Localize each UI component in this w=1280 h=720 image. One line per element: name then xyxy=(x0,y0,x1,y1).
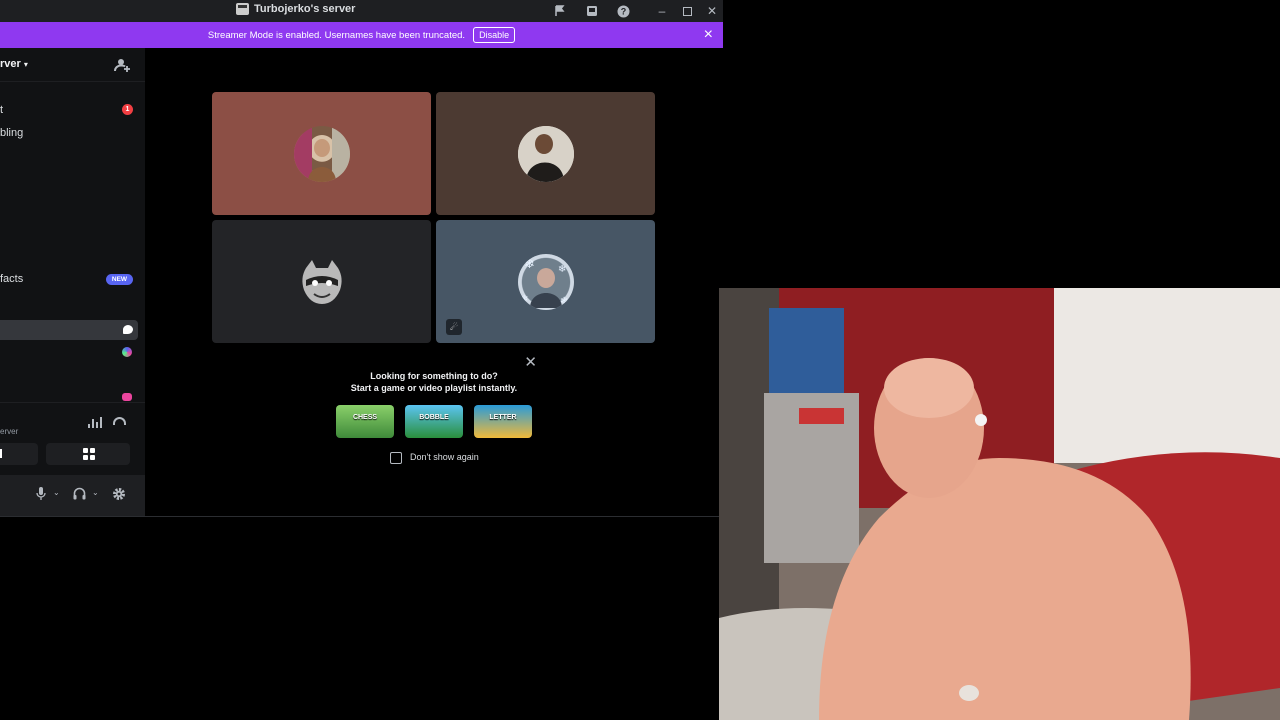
svg-text:❄: ❄ xyxy=(520,294,528,305)
avatar: ❄ ❄ ❄ ❄ xyxy=(517,253,574,310)
checkbox-label: Don't show again xyxy=(410,452,479,462)
activity-badge-icon: ☄ xyxy=(446,319,462,335)
activity-icon[interactable] xyxy=(122,393,132,401)
title-bar: Turbojerko's server ? – ✕ xyxy=(0,0,723,22)
chevron-down-icon[interactable]: ⌄ xyxy=(92,488,99,497)
activities-icon xyxy=(83,448,95,460)
banner-close-icon[interactable]: × xyxy=(704,26,713,44)
channel-item[interactable]: bling xyxy=(0,127,23,139)
window-title-group: Turbojerko's server xyxy=(236,3,355,15)
user-panel: ⌄ ⌄ xyxy=(0,475,145,516)
activity-label: LETTER xyxy=(489,414,517,421)
activity-suggestion-popup: ✕ Looking for something to do? Start a g… xyxy=(325,351,543,471)
activity-chess[interactable]: CHESS xyxy=(336,405,394,438)
gear-icon[interactable] xyxy=(112,487,126,504)
avatar xyxy=(294,254,350,310)
disable-button[interactable]: Disable xyxy=(473,27,516,43)
disconnect-icon[interactable] xyxy=(113,417,126,425)
inbox-icon[interactable] xyxy=(584,3,600,19)
server-icon xyxy=(236,3,249,15)
help-icon[interactable]: ? xyxy=(615,3,631,19)
discord-window: Turbojerko's server ? – ✕ Streamer Mode … xyxy=(0,0,723,517)
unread-badge: 1 xyxy=(122,104,133,115)
participant-tile[interactable]: ❄ ❄ ❄ ❄ ☄ xyxy=(436,220,655,343)
streamer-mode-banner: Streamer Mode is enabled. Usernames have… xyxy=(0,22,723,48)
svg-text:❄: ❄ xyxy=(558,264,566,275)
avatar xyxy=(517,125,574,182)
activity-label: BOBBLE xyxy=(419,414,449,421)
channel-item[interactable]: facts xyxy=(0,273,23,285)
webcam-feed xyxy=(719,288,1280,720)
maximize-icon[interactable] xyxy=(677,2,697,20)
voice-connection-panel: erver xyxy=(0,402,145,470)
banner-text: Streamer Mode is enabled. Usernames have… xyxy=(207,29,466,41)
voice-server-name: erver xyxy=(0,427,19,436)
window-title: Turbojerko's server xyxy=(254,3,356,15)
server-header[interactable]: rver ▾ xyxy=(0,48,145,82)
chevron-down-icon[interactable]: ⌄ xyxy=(53,488,60,497)
channel-item[interactable]: t xyxy=(0,104,3,116)
activity-bobble[interactable]: BOBBLE xyxy=(405,405,463,438)
microphone-icon[interactable] xyxy=(36,487,46,503)
activity-label: CHESS xyxy=(352,414,378,421)
activities-button[interactable] xyxy=(46,443,130,465)
svg-text:?: ? xyxy=(620,6,626,16)
camera-button[interactable] xyxy=(0,443,38,465)
channel-sidebar: rver ▾ t 1 bling facts NEW erver ⌄ ⌄ xyxy=(0,48,145,516)
new-badge: NEW xyxy=(106,274,133,285)
activity-letter[interactable]: LETTER xyxy=(474,405,532,438)
close-icon[interactable]: ✕ xyxy=(524,353,537,371)
participant-tile[interactable] xyxy=(212,92,431,215)
chevron-down-icon: ▾ xyxy=(23,60,28,69)
headphones-icon[interactable] xyxy=(73,487,86,503)
minimize-icon[interactable]: – xyxy=(652,2,672,20)
chat-icon[interactable] xyxy=(123,325,133,334)
activity-icon[interactable] xyxy=(122,347,132,357)
close-icon[interactable]: ✕ xyxy=(702,2,722,20)
svg-text:❄: ❄ xyxy=(560,296,568,307)
avatar xyxy=(293,125,350,182)
svg-text:❄: ❄ xyxy=(524,257,535,272)
dont-show-checkbox[interactable] xyxy=(390,452,402,464)
server-name: rver ▾ xyxy=(0,58,28,70)
voice-call-grid: ❄ ❄ ❄ ❄ ☄ ✕ Looking for something to do? St… xyxy=(145,48,723,516)
flag-icon[interactable] xyxy=(552,3,568,19)
active-voice-channel[interactable] xyxy=(0,320,138,340)
popup-subheading: Start a game or video playlist instantly… xyxy=(350,383,518,393)
participant-tile[interactable] xyxy=(212,220,431,343)
participant-tile[interactable] xyxy=(436,92,655,215)
signal-icon[interactable] xyxy=(88,416,102,428)
popup-heading: Looking for something to do? xyxy=(370,371,498,381)
invite-people-icon[interactable] xyxy=(114,57,130,73)
